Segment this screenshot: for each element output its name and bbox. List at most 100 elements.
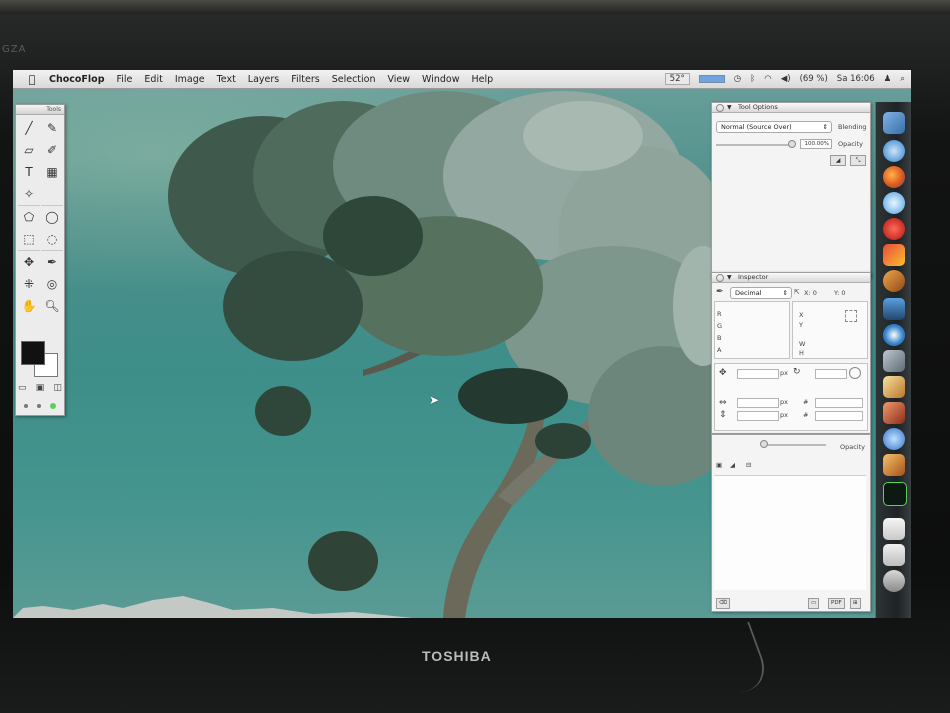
menu-app-name[interactable]: ChocoFlop bbox=[49, 74, 105, 85]
eraser-tool-icon[interactable]: ▱ bbox=[18, 139, 40, 160]
opacity-slider-knob[interactable] bbox=[788, 140, 796, 148]
menu-image[interactable]: Image bbox=[175, 74, 205, 85]
ellipse-select-tool-icon[interactable]: ◌ bbox=[41, 228, 63, 249]
layer-gradient-icon[interactable]: ◢ bbox=[730, 461, 735, 469]
rotation-dial-icon[interactable] bbox=[849, 367, 861, 379]
mask-mode-icon[interactable]: ▭ bbox=[18, 383, 27, 393]
spotlight-icon[interactable]: ⌕ bbox=[900, 74, 905, 84]
scale-h-field[interactable] bbox=[815, 398, 863, 408]
menu-view[interactable]: View bbox=[388, 74, 411, 85]
clock[interactable]: Sa 16:06 bbox=[837, 74, 875, 84]
close-circle-icon[interactable] bbox=[716, 104, 724, 112]
units-value: Decimal bbox=[735, 289, 762, 297]
units-popup[interactable]: Decimal ⇕ bbox=[730, 287, 792, 299]
system-prefs-icon[interactable] bbox=[883, 324, 905, 346]
scale-w-field[interactable] bbox=[737, 398, 779, 408]
layers-list[interactable] bbox=[714, 475, 866, 590]
monitor-brand-logo: TOSHIBA bbox=[422, 648, 492, 664]
menu-edit[interactable]: Edit bbox=[144, 74, 162, 85]
document-stack-icon[interactable] bbox=[883, 544, 905, 566]
tool-options-panel: ▼ Tool Options Normal (Source Over) ⇕ Bl… bbox=[711, 102, 871, 278]
magic-wand-tool-icon[interactable]: ✧ bbox=[18, 183, 40, 204]
layer-lock-icon[interactable]: ⊟ bbox=[746, 461, 751, 469]
wifi-icon[interactable]: ◠ bbox=[764, 74, 771, 84]
smudge-tool-icon[interactable]: ✐ bbox=[41, 139, 63, 160]
lasso-tool-icon[interactable]: ◯ bbox=[41, 205, 63, 227]
new-folder-icon[interactable]: ▭ bbox=[808, 598, 820, 609]
dvd-player-icon[interactable] bbox=[883, 428, 905, 450]
fullscreen-mode-icon[interactable]: ◫ bbox=[53, 383, 62, 393]
rotation-field[interactable] bbox=[815, 369, 847, 379]
chocoflop-icon[interactable] bbox=[883, 270, 905, 292]
disclosure-triangle-icon[interactable]: ▼ bbox=[727, 273, 732, 282]
opacity-field[interactable]: 100.00% bbox=[800, 139, 832, 149]
menu-text[interactable]: Text bbox=[217, 74, 236, 85]
garageband-icon[interactable] bbox=[883, 454, 905, 476]
trash-icon[interactable]: ⌫ bbox=[716, 598, 730, 609]
tool-option-button-1[interactable]: ◢ bbox=[830, 155, 846, 166]
iphoto-icon[interactable] bbox=[883, 376, 905, 398]
skew-field[interactable] bbox=[737, 411, 779, 421]
opacity-slider-track[interactable] bbox=[716, 144, 792, 146]
text-tool-icon[interactable]: T bbox=[18, 161, 40, 182]
disclosure-triangle-icon[interactable]: ▼ bbox=[727, 103, 732, 112]
photo-booth-icon[interactable] bbox=[883, 402, 905, 424]
tools-palette-titlebar[interactable]: Tools bbox=[16, 105, 64, 115]
cpu-meter-icon[interactable] bbox=[698, 75, 725, 83]
utility-icon[interactable] bbox=[883, 350, 905, 372]
dashboard-icon[interactable] bbox=[883, 298, 905, 320]
rect-select-tool-icon[interactable]: ⬚ bbox=[18, 228, 40, 249]
user-icon[interactable]: ♟ bbox=[884, 74, 892, 84]
status-green-icon bbox=[49, 403, 56, 409]
rotate-tool-icon[interactable]: ◎ bbox=[41, 273, 63, 294]
finder-icon[interactable] bbox=[883, 112, 905, 134]
apple-icon[interactable]:  bbox=[25, 72, 39, 86]
zoom-tool-icon[interactable]: 🔍︎ bbox=[41, 295, 63, 316]
polygon-lasso-tool-icon[interactable]: ⬠ bbox=[18, 205, 40, 227]
menu-layers[interactable]: Layers bbox=[248, 74, 279, 85]
position-field[interactable] bbox=[737, 369, 779, 379]
blend-mode-popup[interactable]: Normal (Source Over) ⇕ bbox=[716, 121, 832, 133]
time-machine-icon[interactable]: ◷ bbox=[734, 74, 741, 84]
tool-options-titlebar[interactable]: ▼ Tool Options bbox=[712, 103, 870, 113]
transform-tool-icon[interactable]: ⁜ bbox=[18, 273, 40, 294]
menu-filters[interactable]: Filters bbox=[291, 74, 319, 85]
inspector-titlebar[interactable]: ▼ Inspector bbox=[712, 273, 870, 283]
brush-tool-icon[interactable]: ✎ bbox=[41, 117, 63, 138]
hand-tool-icon[interactable]: ✋ bbox=[18, 295, 40, 316]
tool-option-button-2[interactable]: ⤡ bbox=[850, 155, 866, 166]
screen-mode-icon[interactable]: ▣ bbox=[36, 383, 45, 393]
pdf-button[interactable]: PDF bbox=[828, 598, 845, 609]
activity-monitor-icon[interactable] bbox=[883, 482, 907, 506]
temperature-menu[interactable]: 52° bbox=[664, 73, 690, 85]
menu-window[interactable]: Window bbox=[422, 74, 459, 85]
trash-dock-icon[interactable] bbox=[883, 570, 905, 592]
tools-status bbox=[20, 403, 60, 409]
skew-h-field[interactable] bbox=[815, 411, 863, 421]
firefox-icon[interactable] bbox=[883, 166, 905, 188]
pencil-tool-icon[interactable]: ╱ bbox=[18, 117, 40, 138]
menu-selection[interactable]: Selection bbox=[332, 74, 376, 85]
menu-help[interactable]: Help bbox=[472, 74, 494, 85]
close-circle-icon[interactable] bbox=[716, 274, 724, 282]
layer-opacity-slider-track[interactable] bbox=[762, 444, 826, 446]
layer-opacity-slider-knob[interactable] bbox=[760, 440, 768, 448]
move-tool-icon[interactable]: ✥ bbox=[18, 250, 40, 272]
eyedropper-tool-icon[interactable]: ✒ bbox=[41, 250, 63, 272]
volume-icon[interactable]: ◀) bbox=[781, 74, 791, 84]
monitor-corner-brand: GZA bbox=[2, 44, 27, 55]
chess-icon[interactable] bbox=[883, 244, 905, 266]
bluetooth-icon[interactable]: ᛒ bbox=[750, 74, 755, 84]
safari-icon[interactable] bbox=[883, 140, 905, 162]
layer-mode-icon[interactable]: ▣ bbox=[716, 461, 722, 469]
battery-menu[interactable]: (69 %) bbox=[800, 74, 828, 84]
y-readout: Y: 0 bbox=[834, 289, 846, 297]
document-icon[interactable] bbox=[883, 518, 905, 540]
new-layer-icon[interactable]: ⊞ bbox=[850, 598, 861, 609]
menu-file[interactable]: File bbox=[117, 74, 133, 85]
status-menus: 52° ◷ ᛒ ◠ ◀) (69 %) Sa 16:06 ♟ ⌕ bbox=[664, 70, 905, 88]
foreground-color-swatch[interactable] bbox=[21, 341, 45, 365]
opera-icon[interactable] bbox=[883, 218, 905, 240]
gradient-tool-icon[interactable]: ▦ bbox=[41, 161, 63, 182]
network-icon[interactable] bbox=[883, 192, 905, 214]
